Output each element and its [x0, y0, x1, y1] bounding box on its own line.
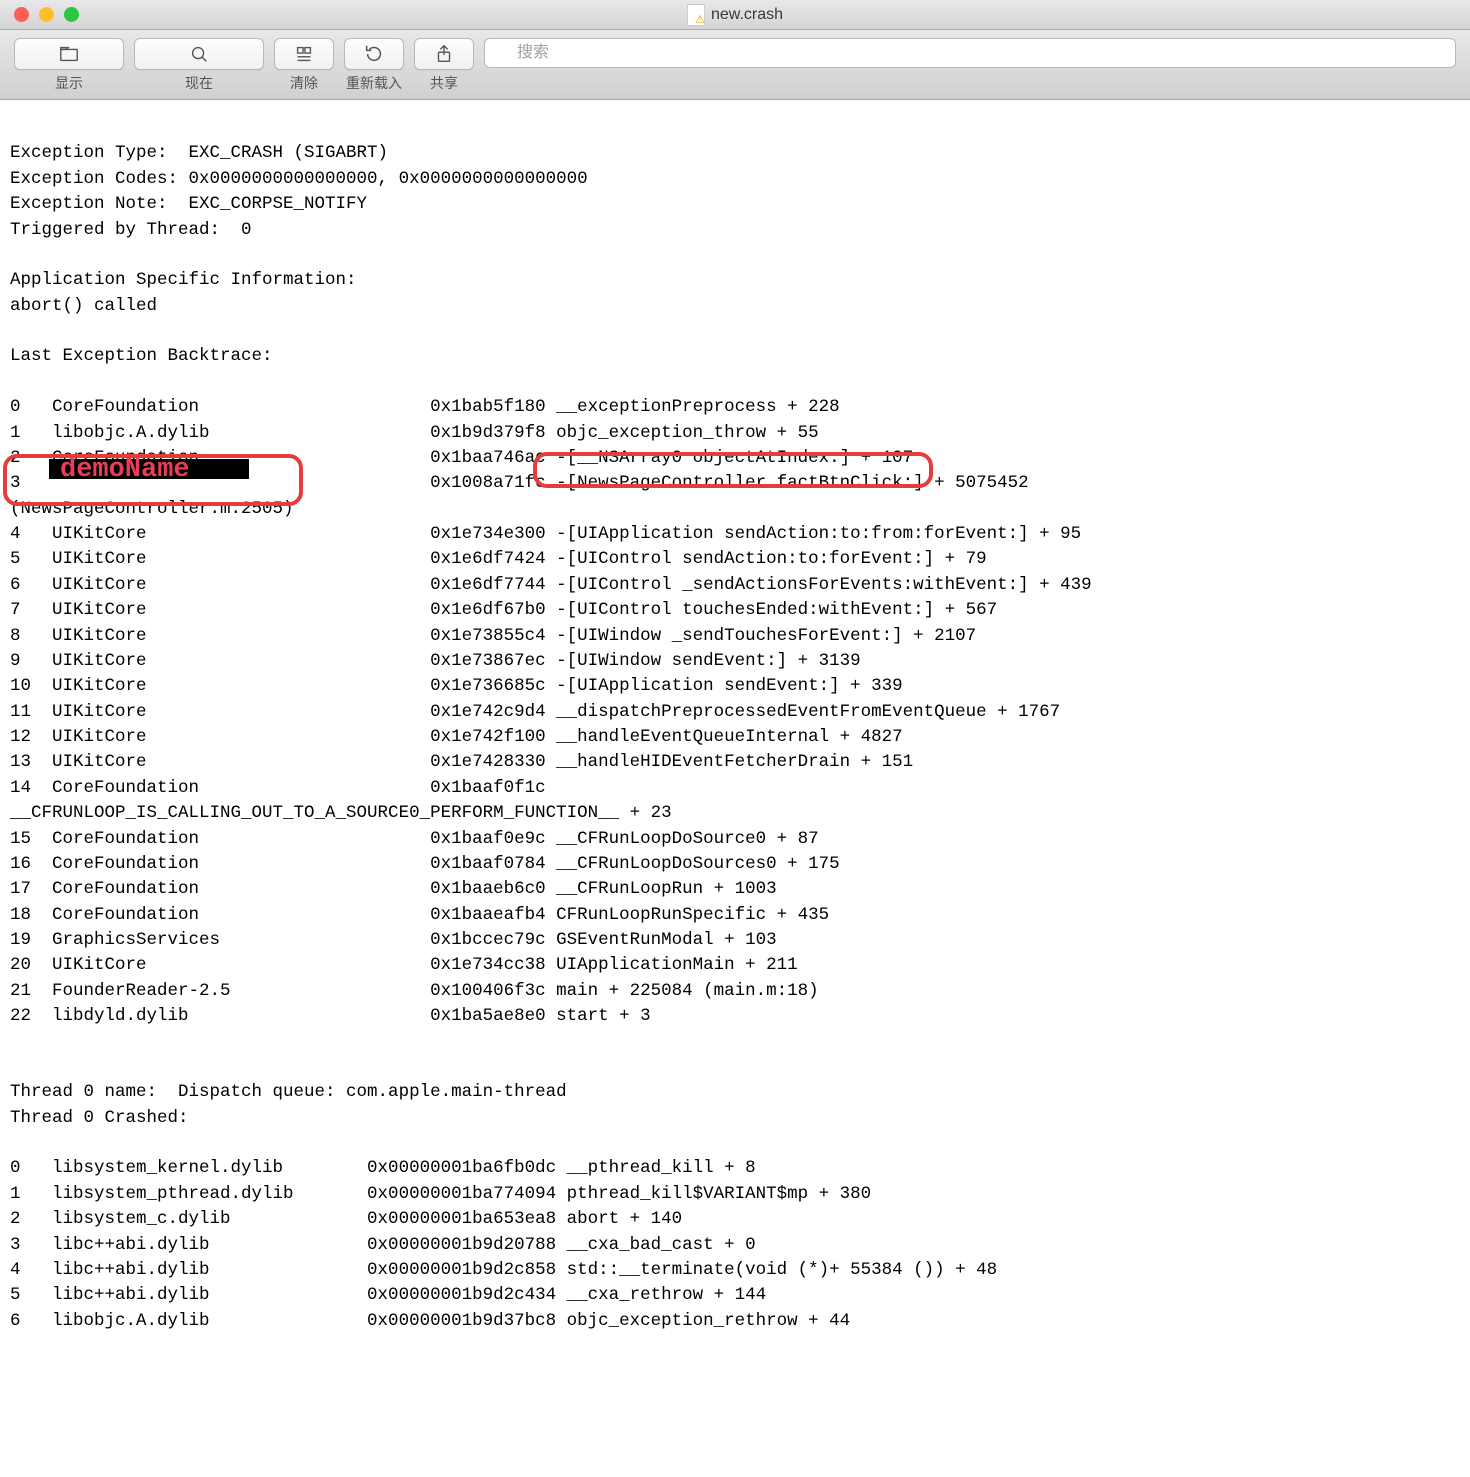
minimize-button[interactable] — [39, 7, 54, 22]
clear-label: 清除 — [290, 73, 318, 93]
share-button[interactable] — [414, 38, 474, 70]
show-label: 显示 — [55, 73, 83, 93]
toolbar-show: 显示 — [14, 38, 124, 93]
reload-label: 重新载入 — [346, 73, 402, 93]
toolbar-share: 共享 — [414, 38, 474, 93]
crash-backtrace: 0 CoreFoundation 0x1bab5f180 __exception… — [10, 397, 1092, 1026]
toolbar: 显示 现在 清除 重新载入 共享 — [0, 30, 1470, 100]
toolbar-clear: 清除 — [274, 38, 334, 93]
crash-header: Exception Type: EXC_CRASH (SIGABRT) Exce… — [10, 143, 588, 366]
search-input[interactable] — [484, 38, 1456, 68]
magnify-icon — [188, 43, 210, 65]
window-title-text: new.crash — [711, 6, 783, 24]
share-icon — [433, 43, 455, 65]
annotation-demoname: demoName — [60, 451, 190, 490]
thread-header: Thread 0 name: Dispatch queue: com.apple… — [10, 1082, 567, 1127]
share-label: 共享 — [430, 73, 458, 93]
maximize-button[interactable] — [64, 7, 79, 22]
window-titlebar: new.crash — [0, 0, 1470, 30]
crash-thread: 0 libsystem_kernel.dylib 0x00000001ba6fb… — [10, 1158, 997, 1330]
folder-icon — [58, 43, 80, 65]
document-icon — [687, 4, 705, 26]
search-container — [484, 38, 1456, 68]
now-label: 现在 — [185, 73, 213, 93]
reload-icon — [363, 43, 385, 65]
show-button[interactable] — [14, 38, 124, 70]
crash-log-content: Exception Type: EXC_CRASH (SIGABRT) Exce… — [0, 100, 1470, 1477]
clear-button[interactable] — [274, 38, 334, 70]
toolbar-reload: 重新载入 — [344, 38, 404, 93]
traffic-lights — [0, 7, 79, 22]
reload-button[interactable] — [344, 38, 404, 70]
clear-icon — [293, 43, 315, 65]
window-title: new.crash — [687, 4, 783, 26]
toolbar-now: 现在 — [134, 38, 264, 93]
now-button[interactable] — [134, 38, 264, 70]
close-button[interactable] — [14, 7, 29, 22]
